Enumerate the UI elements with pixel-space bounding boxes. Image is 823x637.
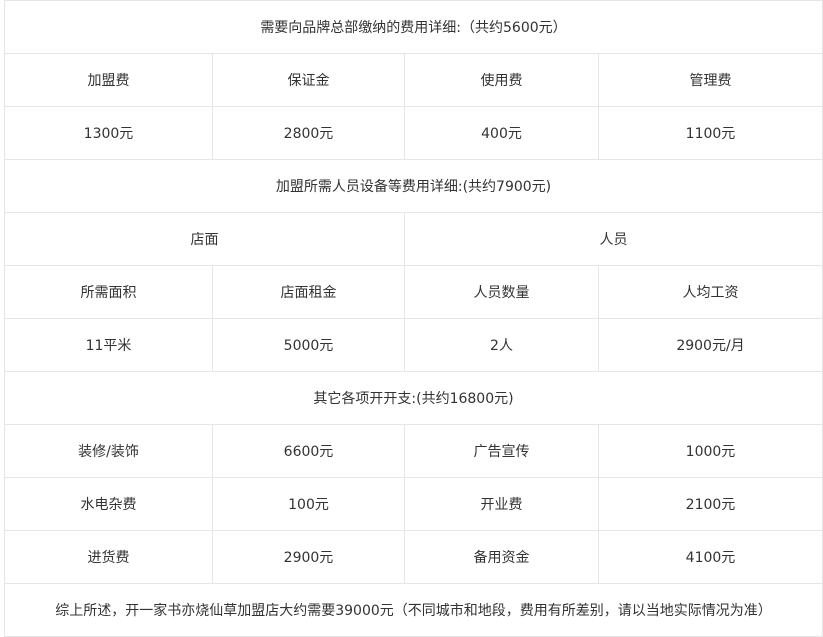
header-required-area: 所需面积	[4, 266, 213, 319]
item-value: 6600元	[213, 425, 405, 478]
item-value: 1000元	[599, 425, 823, 478]
header-usage-fee: 使用费	[405, 54, 599, 107]
value-deposit: 2800元	[213, 107, 405, 160]
item-label: 装修/装饰	[4, 425, 213, 478]
header-average-salary: 人均工资	[599, 266, 823, 319]
item-value: 2100元	[599, 478, 823, 531]
value-franchise-fee: 1300元	[4, 107, 213, 160]
item-label: 广告宣传	[405, 425, 599, 478]
item-value: 4100元	[599, 531, 823, 584]
value-average-salary: 2900元/月	[599, 319, 823, 372]
item-label: 备用资金	[405, 531, 599, 584]
group-store: 店面	[4, 213, 405, 266]
value-staff-count: 2人	[405, 319, 599, 372]
item-label: 进货费	[4, 531, 213, 584]
item-label: 水电杂费	[4, 478, 213, 531]
value-required-area: 11平米	[4, 319, 213, 372]
header-management-fee: 管理费	[599, 54, 823, 107]
value-store-rent: 5000元	[213, 319, 405, 372]
section1-title: 需要向品牌总部缴纳的费用详细:（共约5600元）	[4, 0, 823, 54]
value-usage-fee: 400元	[405, 107, 599, 160]
group-staff: 人员	[405, 213, 823, 266]
item-value: 100元	[213, 478, 405, 531]
header-franchise-fee: 加盟费	[4, 54, 213, 107]
section3-title: 其它各项开开支:(共约16800元)	[4, 372, 823, 425]
header-deposit: 保证金	[213, 54, 405, 107]
item-value: 2900元	[213, 531, 405, 584]
header-store-rent: 店面租金	[213, 266, 405, 319]
franchise-cost-table: 需要向品牌总部缴纳的费用详细:（共约5600元） 加盟费 保证金 使用费 管理费…	[0, 0, 823, 637]
value-management-fee: 1100元	[599, 107, 823, 160]
header-staff-count: 人员数量	[405, 266, 599, 319]
section2-title: 加盟所需人员设备等费用详细:(共约7900元)	[4, 160, 823, 213]
summary-text: 综上所述，开一家书亦烧仙草加盟店大约需要39000元（不同城市和地段，费用有所差…	[4, 584, 823, 637]
item-label: 开业费	[405, 478, 599, 531]
